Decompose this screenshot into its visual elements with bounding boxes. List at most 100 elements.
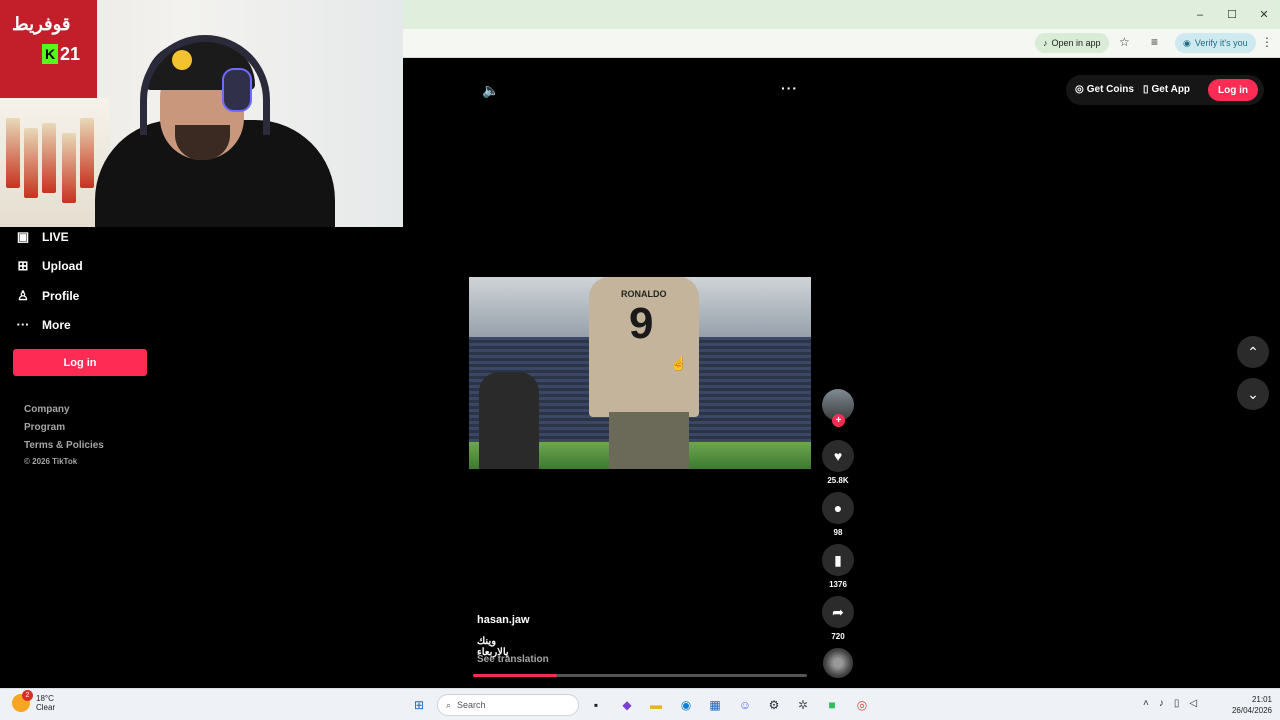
speaker-icon[interactable]: ◁: [1189, 698, 1197, 709]
sidebar-item-profile[interactable]: ♙ Profile: [16, 288, 79, 304]
webcam-overlay: قوفريط K 21: [0, 0, 403, 227]
get-app-label: Get App: [1151, 84, 1191, 95]
sidebar-login-button[interactable]: Log in: [13, 349, 147, 376]
settings-icon[interactable]: ✲: [794, 696, 812, 714]
minimize-button[interactable]: –: [1184, 9, 1216, 21]
sidebar-item-label: More: [42, 317, 71, 332]
product-item: [80, 118, 94, 188]
windows-start-icon[interactable]: ⊞: [410, 696, 428, 714]
product-item: [6, 118, 20, 188]
weather-condition: Clear: [36, 703, 56, 712]
get-app-button[interactable]: ▯ Get App: [1143, 84, 1190, 95]
notification-badge: 2: [22, 690, 33, 701]
hand-cursor-icon: ☝: [670, 355, 688, 371]
like-button[interactable]: ♥: [822, 440, 854, 472]
more-icon: ···: [16, 317, 30, 332]
comment-button[interactable]: ●: [822, 492, 854, 524]
volume-icon[interactable]: 🔈: [482, 82, 499, 99]
windows-taskbar: 2 18°C Clear ⊞ ⌕ Search ▪ ◆ ▬ ◉ ▦ ☺ ⚙ ✲ …: [0, 688, 1280, 720]
open-in-app-label: Open in app: [1051, 38, 1101, 48]
clock-date: 26/04/2026: [1231, 706, 1272, 715]
product-item: [62, 133, 76, 203]
profile-icon: ♙: [17, 288, 29, 303]
footer-link-terms[interactable]: Terms & Policies: [24, 440, 104, 451]
close-button[interactable]: ✕: [1248, 8, 1280, 21]
sidebar-item-upload[interactable]: ⊞ Upload: [16, 258, 83, 274]
footer-link-company[interactable]: Company: [24, 404, 70, 415]
product-item: [42, 123, 56, 193]
share-count: 720: [831, 632, 845, 641]
sidebar-item-label: Profile: [42, 289, 80, 303]
follow-plus-icon[interactable]: +: [832, 414, 845, 427]
store-icon[interactable]: ▦: [706, 696, 724, 714]
comment-count: 98: [833, 528, 843, 537]
kebab-menu-icon[interactable]: ⋮: [1261, 35, 1273, 49]
open-in-app-button[interactable]: ♪ Open in app: [1035, 33, 1109, 53]
previous-video-button[interactable]: ⌃: [1237, 336, 1269, 368]
viewer-count: 21: [60, 43, 81, 64]
chrome-icon[interactable]: ◎: [853, 696, 871, 714]
sidebar-item-label: Upload: [42, 259, 83, 273]
weather-sun-icon: 2: [12, 690, 33, 712]
see-translation-link[interactable]: See translation: [477, 654, 549, 665]
upload-icon: ⊞: [17, 258, 29, 273]
microphone-icon[interactable]: ♪: [1159, 698, 1164, 709]
taskbar-clock[interactable]: 21:01 26/04/2026: [1222, 694, 1272, 716]
phone-link-icon[interactable]: ▯: [1174, 698, 1180, 709]
chevron-up-icon: ⌃: [1247, 343, 1259, 360]
copilot-icon[interactable]: ◆: [618, 696, 636, 714]
verify-label: Verify it's you: [1194, 38, 1248, 48]
video-player[interactable]: RONALDO 9: [469, 277, 811, 469]
viewer-badge: K 21: [42, 44, 80, 64]
sidebar-item-more[interactable]: ··· More: [16, 317, 71, 332]
star-icon[interactable]: ☆: [1119, 35, 1130, 49]
get-coins-label: Get Coins: [1086, 84, 1134, 95]
window-controls: – ☐ ✕: [1184, 0, 1280, 29]
jersey-name: RONALDO: [621, 289, 667, 299]
share-arrow-icon: ➦: [832, 603, 844, 620]
save-button[interactable]: ▮: [822, 544, 854, 576]
edge-icon[interactable]: ◉: [677, 696, 695, 714]
author-username[interactable]: hasan.jaw: [477, 614, 530, 626]
jacket: [479, 372, 539, 469]
save-count: 1376: [829, 580, 847, 589]
more-options-icon[interactable]: ···: [781, 80, 798, 96]
get-coins-button[interactable]: ◎ Get Coins: [1075, 84, 1134, 95]
headset-earcup: [222, 68, 252, 112]
task-view-icon[interactable]: ▪: [587, 696, 605, 714]
clock-time: 21:01: [1251, 695, 1272, 704]
discord-icon[interactable]: ☺: [736, 696, 754, 714]
verify-button[interactable]: ◉ Verify it's you: [1175, 33, 1256, 53]
search-placeholder: Search: [457, 700, 486, 710]
browser-titlebar: – ☐ ✕: [403, 0, 1280, 29]
video-progress-fill: [473, 674, 557, 677]
taskbar-search[interactable]: ⌕ Search: [437, 694, 579, 716]
sidebar-item-live[interactable]: ▣ LIVE: [16, 229, 69, 245]
weather-widget[interactable]: 2 18°C Clear: [12, 690, 56, 712]
music-disc[interactable]: [823, 648, 853, 678]
sidebar-item-label: LIVE: [42, 230, 69, 244]
kick-app-icon[interactable]: ■: [823, 696, 841, 714]
phone-icon: ▯: [1143, 84, 1149, 95]
tiktok-icon: ♪: [1043, 38, 1048, 48]
playlist-icon[interactable]: ≡: [1151, 35, 1158, 49]
maximize-button[interactable]: ☐: [1216, 8, 1248, 21]
comment-icon: ●: [833, 500, 843, 516]
sponsor-banner-text: قوفريط: [12, 14, 71, 34]
pants: [609, 412, 689, 469]
file-explorer-icon[interactable]: ▬: [647, 696, 665, 714]
header-login-button[interactable]: Log in: [1208, 79, 1258, 101]
product-shelf: [0, 98, 110, 227]
heart-icon: ♥: [833, 448, 843, 464]
jersey-number: 9: [629, 299, 654, 348]
steam-icon[interactable]: ⚙: [765, 696, 783, 714]
next-video-button[interactable]: ⌄: [1237, 378, 1269, 410]
share-button[interactable]: ➦: [822, 596, 854, 628]
bookmark-icon: ▮: [834, 551, 842, 568]
weather-temperature: 18°C: [36, 694, 54, 703]
footer-link-program[interactable]: Program: [24, 422, 65, 433]
chevron-up-icon[interactable]: ˄: [1143, 698, 1149, 709]
chevron-down-icon: ⌄: [1247, 385, 1259, 402]
like-count: 25.8K: [827, 476, 849, 485]
browser-toolbar: ♪ Open in app ☆ ≡ ◉ Verify it's you ⋮: [403, 29, 1280, 58]
